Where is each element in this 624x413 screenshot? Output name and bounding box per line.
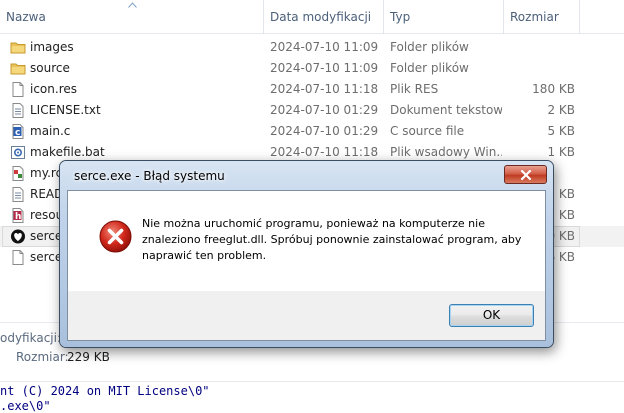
file-name: icon.res — [30, 82, 77, 96]
svg-text:h: h — [15, 212, 21, 222]
modified-label: odyfikacji: — [0, 331, 62, 345]
size-value: 229 KB — [67, 350, 110, 364]
svg-text:c: c — [15, 128, 20, 138]
text-file-icon — [12, 103, 24, 118]
error-dialog: serce.exe - Błąd systemu Nie można uruch… — [59, 160, 554, 348]
size-label: Rozmiar: — [16, 350, 69, 364]
column-name[interactable]: Nazwa — [0, 0, 264, 34]
column-size[interactable]: Rozmiar — [504, 0, 580, 34]
file-name: images — [30, 40, 74, 54]
file-icon — [12, 250, 24, 265]
close-button[interactable] — [504, 165, 547, 184]
file-date: 2024-07-10 11:18 — [270, 82, 379, 96]
file-type: Plik RES — [390, 82, 439, 96]
header-file-icon: h — [12, 208, 24, 223]
error-message: Nie można uruchomić programu, ponieważ n… — [142, 217, 522, 262]
file-date: 2024-07-10 01:29 — [270, 103, 379, 117]
file-row[interactable]: icon.res 2024-07-10 11:18 Plik RES 180 K… — [0, 79, 624, 100]
code-line: nt (C) 2024 on MIT License\0" — [0, 384, 210, 398]
file-type: C source file — [390, 124, 465, 138]
file-name: LICENSE.txt — [30, 103, 101, 117]
message-area: Nie można uruchomić programu, ponieważ n… — [68, 191, 545, 291]
ok-button[interactable]: OK — [449, 304, 534, 327]
file-date: 2024-07-10 11:09 — [270, 40, 379, 54]
code-line: .exe\0" — [0, 399, 51, 413]
file-icon — [12, 82, 24, 97]
file-row[interactable]: c main.c 2024-07-10 01:29 C source file … — [0, 121, 624, 142]
file-type: Dokument tekstowy — [390, 103, 502, 117]
file-date: 2024-07-10 11:09 — [270, 61, 379, 75]
file-row[interactable]: images 2024-07-10 11:09 Folder plików — [0, 37, 624, 58]
file-size: 5 KB — [547, 124, 575, 138]
file-size: 2 KB — [547, 103, 575, 117]
text-file-icon — [12, 187, 24, 202]
column-date-modified[interactable]: Data modyfikacji — [264, 0, 384, 34]
file-name: main.c — [30, 124, 71, 138]
column-header-bar: Nazwa Data modyfikacji Typ Rozmiar — [0, 0, 624, 34]
batch-file-icon — [11, 146, 25, 159]
dialog-client-area: Nie można uruchomić programu, ponieważ n… — [67, 190, 546, 341]
close-icon — [520, 170, 532, 180]
error-icon — [99, 220, 132, 253]
file-size — [505, 37, 575, 58]
file-type: Folder plików — [390, 61, 469, 75]
file-size — [505, 58, 575, 79]
rc-file-icon — [12, 166, 24, 181]
column-type[interactable]: Typ — [384, 0, 504, 34]
file-row[interactable]: source 2024-07-10 11:09 Folder plików — [0, 58, 624, 79]
file-size: 180 KB — [532, 82, 575, 96]
c-source-icon: c — [12, 124, 24, 139]
folder-icon — [10, 63, 26, 75]
folder-icon — [10, 42, 26, 54]
file-name: source — [30, 61, 70, 75]
file-type: Folder plików — [390, 40, 469, 54]
code-editor-strip: nt (C) 2024 on MIT License\0" .exe\0" — [0, 381, 624, 413]
file-date: 2024-07-10 01:29 — [270, 124, 379, 138]
heart-app-icon — [11, 229, 25, 244]
dialog-title: serce.exe - Błąd systemu — [74, 169, 225, 183]
file-row[interactable]: LICENSE.txt 2024-07-10 01:29 Dokument te… — [0, 100, 624, 121]
